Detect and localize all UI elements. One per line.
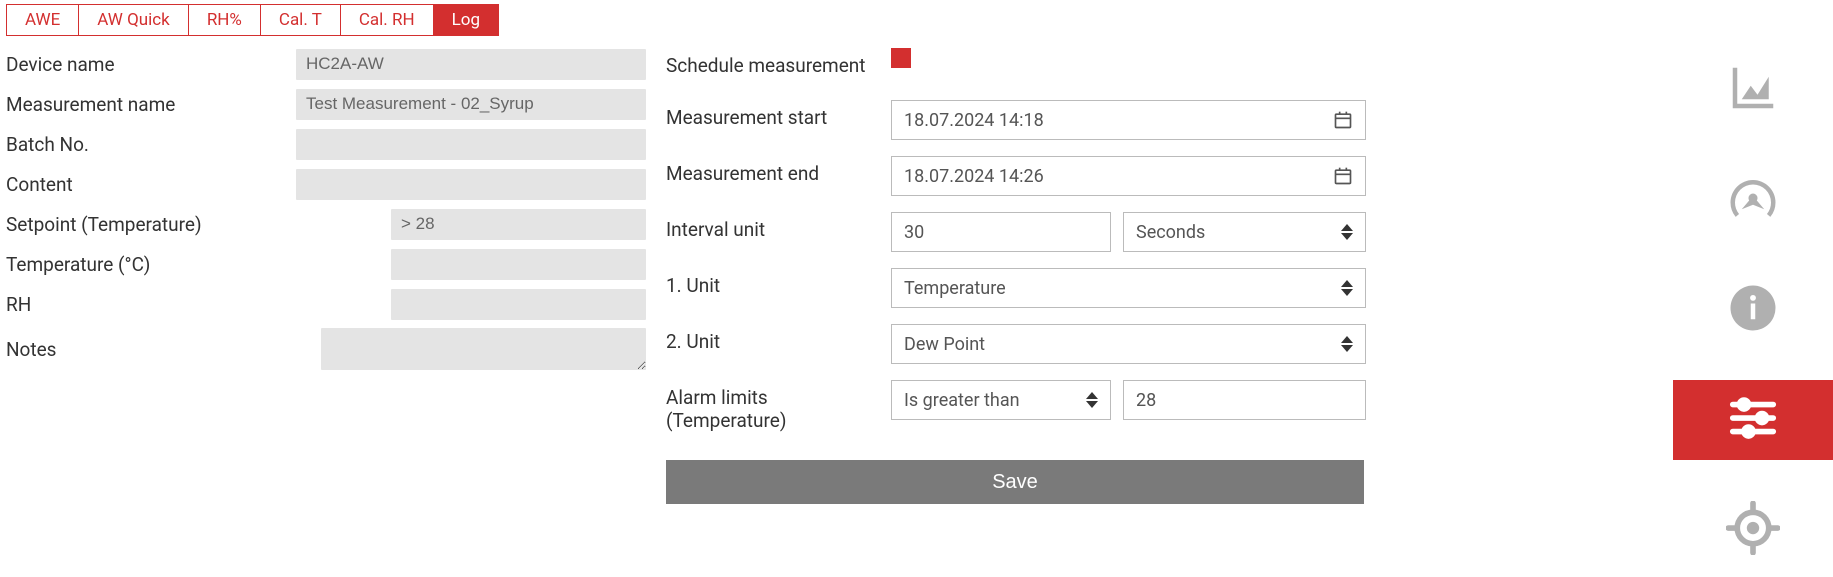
schedule-measurement-label: Schedule measurement — [666, 48, 891, 77]
updown-icon — [1341, 224, 1353, 240]
device-name-field[interactable] — [296, 49, 646, 80]
measurement-end-label: Measurement end — [666, 156, 891, 185]
temperature-field[interactable] — [391, 249, 646, 280]
measurement-name-field[interactable] — [296, 89, 646, 120]
unit1-label: 1. Unit — [666, 268, 891, 297]
unit2-value: Dew Point — [904, 334, 985, 355]
alarm-threshold-value: 28 — [1136, 390, 1156, 411]
measurement-end-field[interactable]: 18.07.2024 14:26 — [891, 156, 1366, 196]
updown-icon — [1086, 392, 1098, 408]
schedule-checkbox[interactable] — [891, 48, 911, 68]
interval-unit-select[interactable]: Seconds — [1123, 212, 1366, 252]
calendar-icon — [1333, 110, 1353, 130]
alarm-limits-label: Alarm limits (Temperature) — [666, 380, 891, 432]
content-label: Content — [6, 173, 296, 196]
tab-bar: AWE AW Quick RH% Cal. T Cal. RH Log — [0, 0, 1833, 36]
unit1-value: Temperature — [904, 278, 1006, 299]
batch-no-label: Batch No. — [6, 133, 296, 156]
tab-rh[interactable]: RH% — [188, 4, 261, 36]
alarm-threshold-field[interactable]: 28 — [1123, 380, 1366, 420]
notes-label: Notes — [6, 338, 296, 361]
measurement-start-label: Measurement start — [666, 100, 891, 129]
left-form: Device name Measurement name Batch No. C… — [6, 48, 646, 504]
sidebar — [1673, 50, 1833, 570]
batch-no-field[interactable] — [296, 129, 646, 160]
calendar-icon — [1333, 166, 1353, 186]
measurement-name-label: Measurement name — [6, 93, 296, 116]
sidebar-gauge[interactable] — [1673, 160, 1833, 240]
rh-field[interactable] — [391, 289, 646, 320]
sliders-icon — [1726, 391, 1780, 450]
tab-log[interactable]: Log — [433, 4, 499, 36]
sidebar-target[interactable] — [1673, 490, 1833, 570]
updown-icon — [1341, 336, 1353, 352]
device-name-label: Device name — [6, 53, 296, 76]
chart-icon — [1726, 61, 1780, 120]
interval-value-field[interactable]: 30 — [891, 212, 1111, 252]
tab-awe[interactable]: AWE — [6, 4, 79, 36]
info-icon — [1726, 281, 1780, 340]
tab-cal-t[interactable]: Cal. T — [260, 4, 341, 36]
rh-label: RH — [6, 293, 296, 316]
setpoint-label: Setpoint (Temperature) — [6, 213, 296, 236]
updown-icon — [1341, 280, 1353, 296]
unit2-select[interactable]: Dew Point — [891, 324, 1366, 364]
unit2-label: 2. Unit — [666, 324, 891, 353]
content-field[interactable] — [296, 169, 646, 200]
measurement-start-field[interactable]: 18.07.2024 14:18 — [891, 100, 1366, 140]
sidebar-sliders[interactable] — [1673, 380, 1833, 460]
interval-value: 30 — [904, 222, 924, 243]
temperature-label: Temperature (°C) — [6, 253, 296, 276]
target-icon — [1726, 501, 1780, 560]
setpoint-field[interactable] — [391, 209, 646, 240]
notes-field[interactable] — [321, 328, 646, 370]
save-button[interactable]: Save — [666, 460, 1364, 504]
unit1-select[interactable]: Temperature — [891, 268, 1366, 308]
sidebar-chart[interactable] — [1673, 50, 1833, 130]
tab-aw-quick[interactable]: AW Quick — [78, 4, 189, 36]
alarm-operator-value: Is greater than — [904, 390, 1020, 411]
measurement-start-value: 18.07.2024 14:18 — [904, 110, 1044, 131]
measurement-end-value: 18.07.2024 14:26 — [904, 166, 1044, 187]
interval-unit-value: Seconds — [1136, 222, 1205, 243]
right-form: Schedule measurement Measurement start 1… — [666, 48, 1366, 504]
alarm-operator-select[interactable]: Is greater than — [891, 380, 1111, 420]
interval-unit-label: Interval unit — [666, 212, 891, 241]
sidebar-info[interactable] — [1673, 270, 1833, 350]
tab-cal-rh[interactable]: Cal. RH — [340, 4, 434, 36]
gauge-icon — [1726, 171, 1780, 230]
